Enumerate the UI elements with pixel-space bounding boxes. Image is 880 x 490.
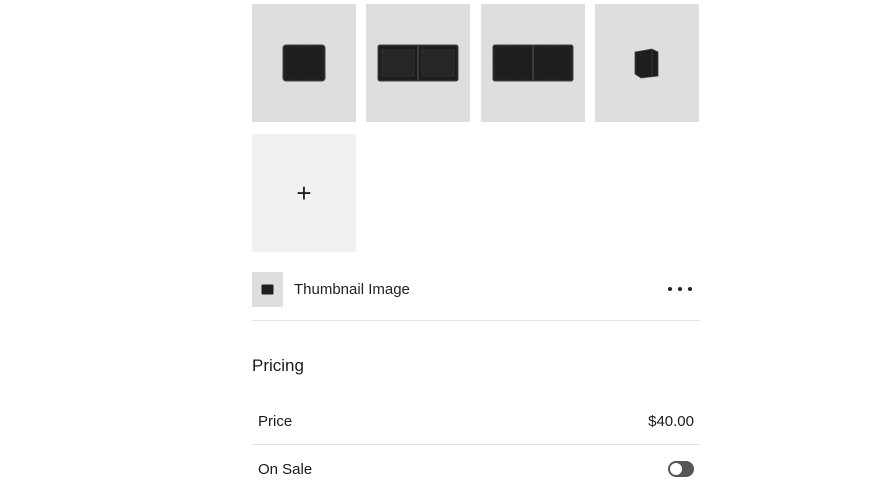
thumbnail-image-row[interactable]: Thumbnail Image: [252, 272, 700, 307]
thumbnail-preview: [252, 272, 283, 307]
divider: [252, 320, 700, 321]
price-label: Price: [258, 412, 293, 430]
wallet-open-icon: [377, 44, 459, 82]
media-tile[interactable]: [252, 4, 356, 122]
media-tile[interactable]: [366, 4, 470, 122]
media-tile[interactable]: [481, 4, 585, 122]
price-value[interactable]: $40.00: [648, 413, 694, 430]
wallet-standing-icon: [634, 48, 659, 79]
product-media-pricing-panel: + Thumbnail Image Pricing Price $40.00 O…: [0, 0, 880, 490]
wallet-closed-icon: [261, 284, 274, 295]
plus-icon: +: [296, 178, 312, 208]
toggle-knob: [670, 463, 682, 475]
thumbnail-label: Thumbnail Image: [294, 281, 410, 298]
on-sale-label: On Sale: [258, 460, 313, 478]
price-row[interactable]: Price $40.00: [252, 406, 700, 436]
on-sale-toggle[interactable]: [668, 461, 694, 477]
more-options-icon[interactable]: [668, 278, 692, 300]
pricing-section-title: Pricing: [252, 356, 304, 375]
add-media-button[interactable]: +: [252, 134, 356, 252]
divider: [252, 444, 700, 445]
media-tile[interactable]: [595, 4, 699, 122]
wallet-open-icon: [492, 44, 574, 82]
on-sale-row: On Sale: [252, 454, 700, 484]
wallet-closed-icon: [282, 44, 326, 82]
